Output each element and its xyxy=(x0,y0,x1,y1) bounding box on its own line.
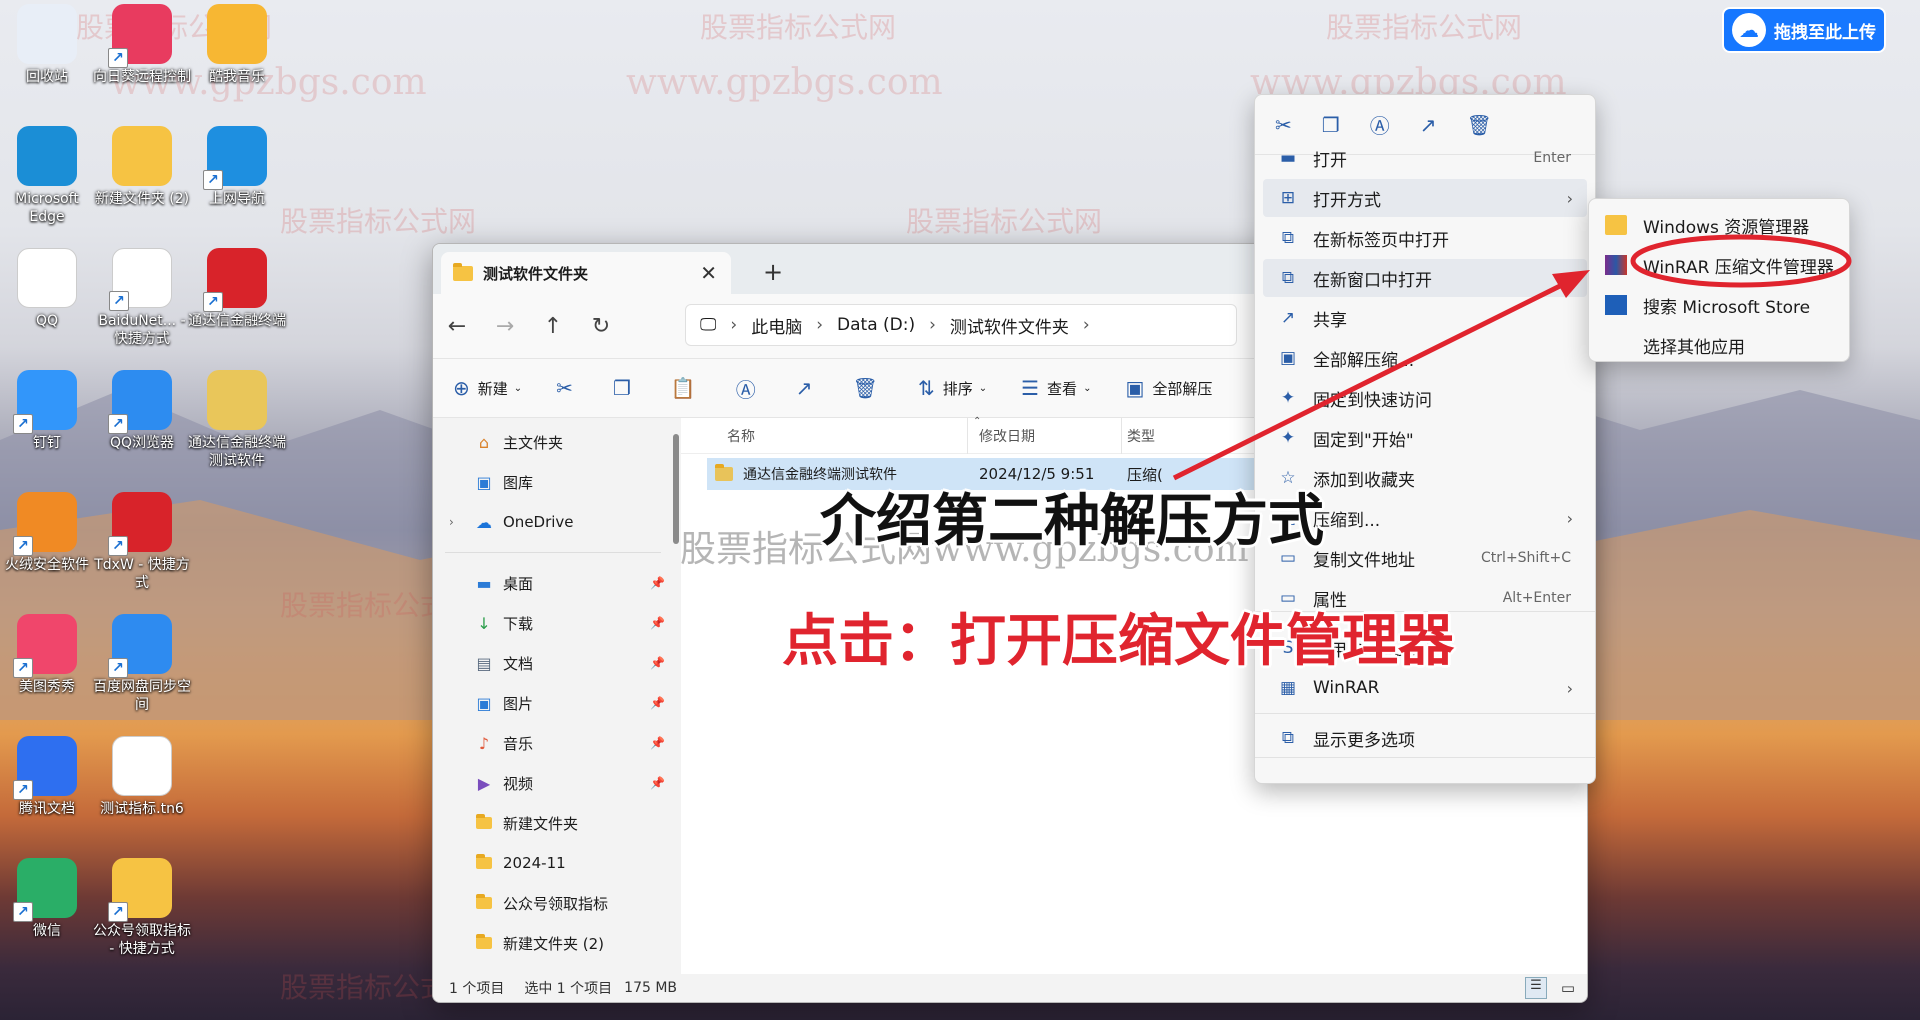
annotation-arrow-head xyxy=(1552,270,1590,298)
annotation-title: 介绍第二种解压方式 xyxy=(820,488,1324,554)
annotation-arrow-line xyxy=(1172,279,1570,481)
highlight-ellipse xyxy=(1630,234,1852,288)
annotation-instruction: 点击：打开压缩文件管理器 xyxy=(782,608,1454,674)
